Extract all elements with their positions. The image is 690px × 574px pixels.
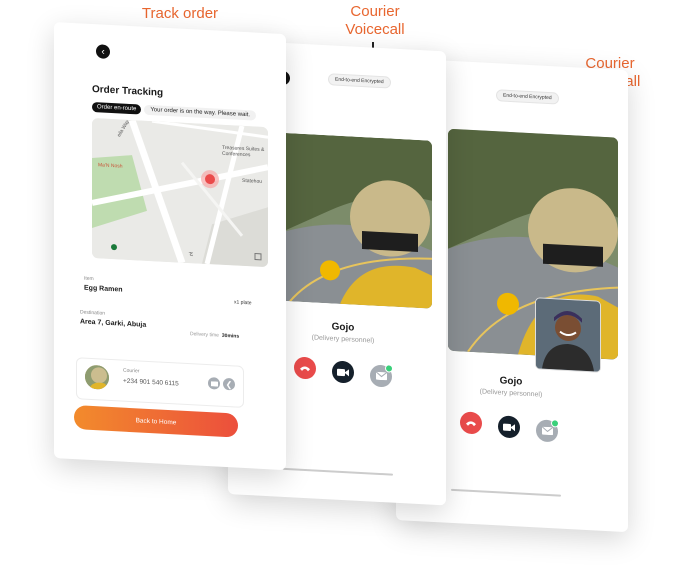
- map-view[interactable]: eila Way Ma'N Nosh Treasures Suites & Co…: [92, 117, 268, 268]
- back-to-home-button[interactable]: Back to Home: [74, 405, 238, 438]
- courier-card: Courier +234 901 540 6115 ❮: [76, 357, 244, 408]
- label-voicecall-line1: Courier: [350, 3, 400, 20]
- label-track-order: Track order: [141, 5, 219, 22]
- home-indicator: [283, 467, 393, 476]
- tracking-screen: ‹ Order Tracking Order en-route Your ord…: [54, 22, 286, 471]
- online-dot: [551, 419, 559, 428]
- destination-label: Destination: [80, 309, 106, 317]
- status-text: Your order is on the way. Please wait.: [144, 104, 257, 121]
- status-badge: Order en-route: [92, 101, 142, 115]
- end-call-button[interactable]: [294, 356, 316, 380]
- delivery-time-value: 30mins: [221, 332, 240, 340]
- label-courier-voicecall: Courier Voicecall: [325, 3, 425, 39]
- back-to-home-label: Back to Home: [135, 416, 177, 426]
- online-dot: [385, 364, 393, 373]
- encryption-badge: End-to-end Encrypted: [496, 89, 559, 105]
- back-button[interactable]: ‹: [96, 44, 110, 59]
- message-button[interactable]: [536, 419, 559, 443]
- label-voicecall-line2: Voicecall: [345, 21, 405, 38]
- encryption-badge: End-to-end Encrypted: [328, 73, 391, 89]
- self-view-video: [535, 297, 601, 373]
- map-image: [92, 117, 268, 268]
- courier-label: Courier: [123, 367, 140, 375]
- destination-value: Area 7, Garki, Abuja: [80, 318, 147, 329]
- map-label-restaurant: Ma'N Nosh: [98, 162, 123, 170]
- courier-photo-image: [280, 132, 432, 309]
- phone-icon: ❮: [225, 379, 233, 389]
- map-label-statehouse: Statehou: [242, 177, 263, 185]
- courier-phone: +234 901 540 6115: [123, 377, 179, 388]
- video-toggle-button[interactable]: [332, 360, 354, 384]
- phone-hangup-icon: [466, 421, 476, 427]
- self-view-image: [536, 298, 600, 372]
- item-label: Item: [84, 275, 94, 283]
- status-row: Order en-route Your order is on the way.…: [92, 101, 257, 121]
- end-call-button[interactable]: [460, 411, 482, 435]
- caller-photo: [280, 132, 432, 309]
- courier-avatar-image: [85, 364, 109, 390]
- delivery-time: Delivery time 30mins: [190, 331, 239, 340]
- message-courier-button[interactable]: [208, 377, 220, 390]
- envelope-icon: [541, 426, 553, 436]
- video-camera-icon: [503, 423, 515, 431]
- call-courier-button[interactable]: ❮: [223, 377, 235, 391]
- video-camera-icon: [337, 368, 349, 376]
- delivery-time-label: Delivery time: [190, 331, 219, 339]
- phone-hangup-icon: [300, 366, 310, 372]
- chevron-left-icon: ‹: [101, 45, 105, 58]
- envelope-icon: [375, 371, 387, 381]
- video-toggle-button[interactable]: [498, 415, 520, 439]
- avatar: [85, 364, 109, 390]
- page-title: Order Tracking: [92, 83, 164, 99]
- home-indicator: [451, 488, 561, 497]
- item-value: Egg Ramen: [84, 284, 123, 294]
- quantity: x1 plate: [234, 299, 252, 307]
- envelope-icon: [210, 380, 218, 387]
- map-label-hotel: Treasures Suites & Conferences: [222, 144, 265, 159]
- message-button[interactable]: [370, 364, 393, 388]
